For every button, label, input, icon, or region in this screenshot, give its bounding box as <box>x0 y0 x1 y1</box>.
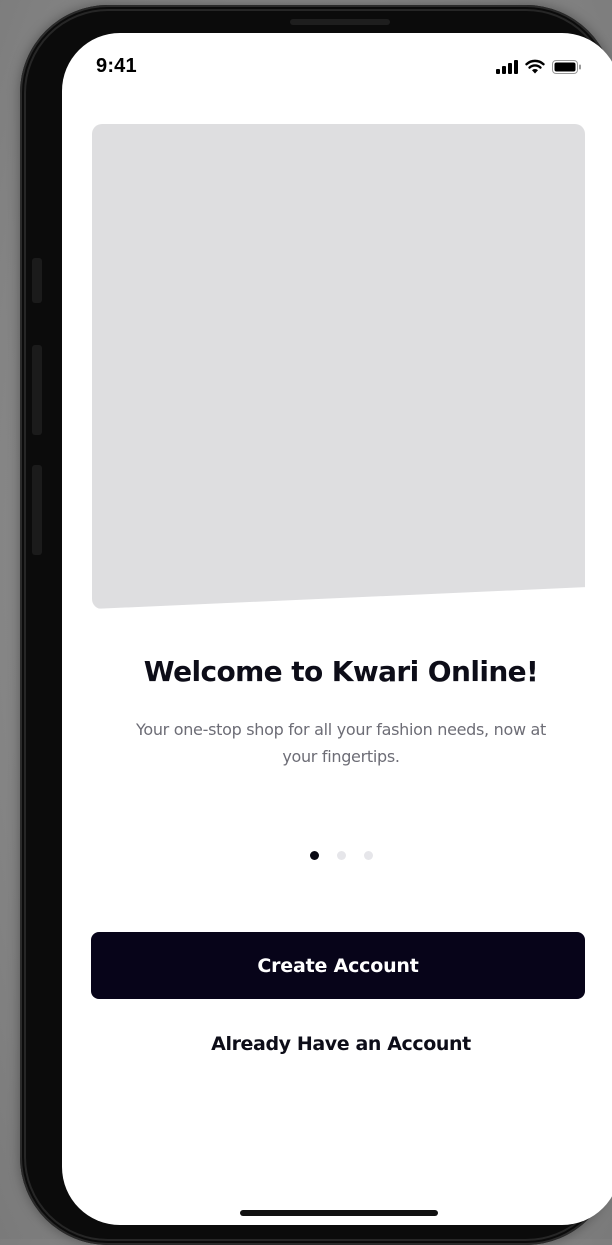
page-title: Welcome to Kwari Online! <box>143 655 539 688</box>
already-have-account-link[interactable]: Already Have an Account <box>62 1033 612 1055</box>
app-screen: 9:41 Welcome to Kwari Online! Your one-s… <box>62 33 612 1225</box>
mute-switch <box>32 258 42 303</box>
speaker-grille <box>290 19 390 25</box>
pager-dot-1[interactable] <box>309 851 319 860</box>
volume-down-button <box>32 465 42 555</box>
page-subtitle: Your one-stop shop for all your fashion … <box>135 720 546 766</box>
volume-up-button <box>32 345 42 435</box>
status-time: 9:41 <box>96 55 137 77</box>
pager-dot-2[interactable] <box>336 851 346 860</box>
battery-icon <box>552 59 582 74</box>
status-bar: 9:41 <box>62 33 612 95</box>
status-icons <box>496 59 582 74</box>
create-account-button[interactable]: Create Account <box>91 932 585 999</box>
cellular-signal-icon <box>496 59 518 74</box>
wifi-icon <box>525 59 545 74</box>
onboarding-pager <box>62 851 612 860</box>
home-indicator[interactable] <box>240 1210 438 1216</box>
pager-dot-3[interactable] <box>363 851 373 860</box>
hero-image-placeholder <box>92 124 585 609</box>
phone-frame: 9:41 Welcome to Kwari Online! Your one-s… <box>20 5 612 1245</box>
